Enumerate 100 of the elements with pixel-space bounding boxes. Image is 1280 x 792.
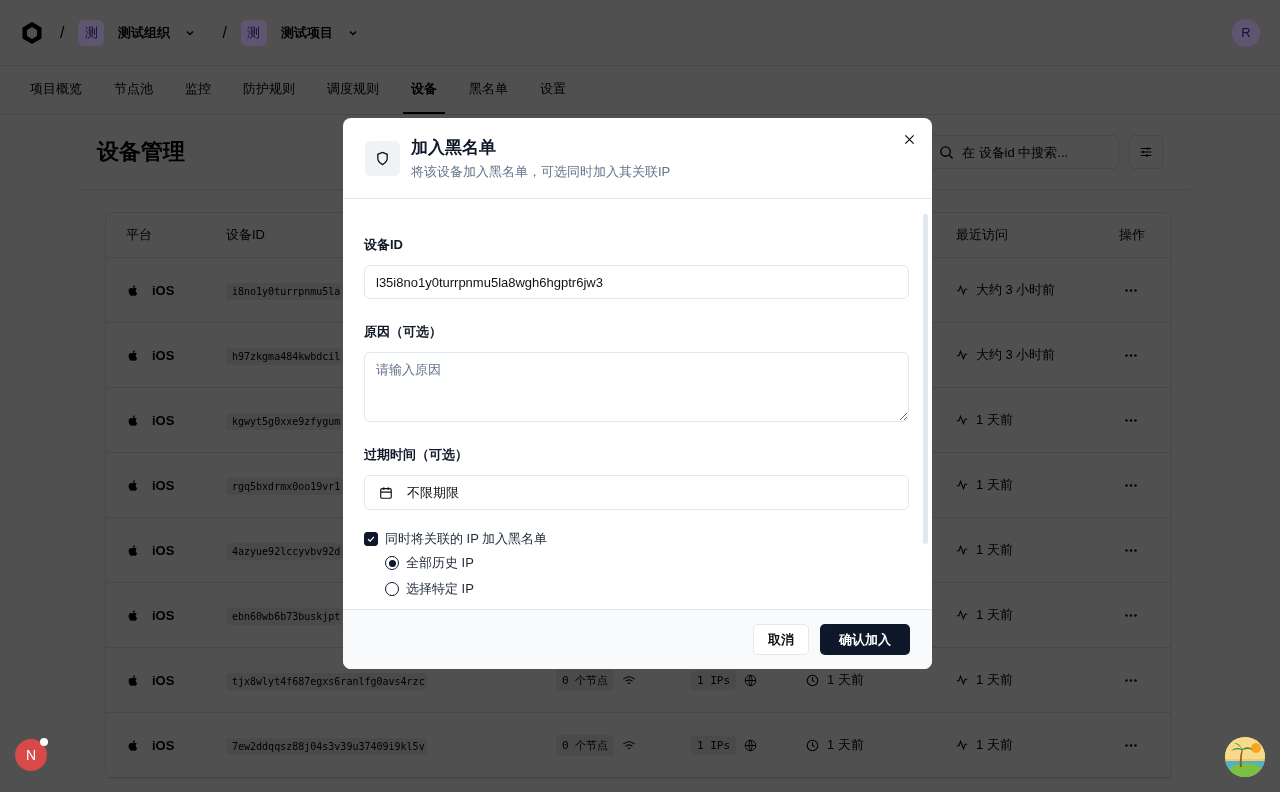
ip-count: 1 IPs bbox=[691, 735, 737, 755]
org-badge: 测 bbox=[78, 19, 105, 46]
apple-icon bbox=[126, 542, 140, 558]
nav-tab[interactable]: 防护规则 bbox=[235, 66, 303, 114]
platform-label: iOS bbox=[152, 347, 175, 363]
apple-icon bbox=[126, 282, 140, 298]
last-visit-time: 1 天前 bbox=[976, 411, 1013, 429]
ellipsis-icon bbox=[1125, 418, 1137, 422]
cancel-button[interactable]: 取消 bbox=[753, 624, 809, 655]
column-header: 操作 bbox=[1119, 226, 1146, 244]
column-header: 平台 bbox=[126, 226, 153, 244]
activity-icon bbox=[956, 609, 968, 621]
nav-tab[interactable]: 节点池 bbox=[106, 66, 161, 114]
expiry-picker[interactable]: 不限期限 bbox=[364, 475, 909, 510]
column-header: 最近访问 bbox=[956, 226, 1009, 244]
check-icon bbox=[366, 534, 376, 544]
search-icon bbox=[939, 145, 954, 160]
radio-label: 选择特定 IP bbox=[406, 580, 474, 598]
activity-icon bbox=[956, 349, 968, 361]
logo-icon[interactable] bbox=[20, 20, 44, 45]
breadcrumb-separator: / bbox=[60, 23, 65, 42]
nav-tab[interactable]: 黑名单 bbox=[461, 66, 516, 114]
last-visit-time: 大约 3 小时前 bbox=[976, 346, 1056, 364]
device-id: 4azyue92lccyvbv92d bbox=[226, 543, 343, 560]
node-count: 0 个节点 bbox=[556, 734, 615, 756]
nav-tab[interactable]: 项目概览 bbox=[22, 66, 90, 114]
device-id: kgwyt5g0xxe9zfygum bbox=[226, 413, 343, 430]
platform-label: iOS bbox=[152, 672, 175, 688]
activity-icon bbox=[956, 414, 968, 426]
shield-icon bbox=[365, 140, 400, 176]
apple-icon bbox=[126, 412, 140, 428]
project-switcher[interactable]: 测 测试项目 bbox=[240, 19, 359, 46]
apple-icon bbox=[126, 737, 140, 753]
apple-icon bbox=[126, 672, 140, 688]
device-id: i8no1y0turrpnmu5la bbox=[226, 283, 343, 300]
user-avatar[interactable]: R bbox=[1232, 18, 1260, 47]
last-visit-time: 1 天前 bbox=[976, 541, 1013, 559]
sliders-icon bbox=[1139, 145, 1153, 159]
clock-icon bbox=[806, 673, 819, 687]
org-switcher[interactable]: 测 测试组织 bbox=[78, 19, 197, 46]
calendar-icon bbox=[379, 485, 393, 500]
field-label: 设备ID bbox=[364, 236, 404, 254]
nav-tab[interactable]: 设置 bbox=[532, 66, 574, 114]
field-label: 原因（可选） bbox=[364, 323, 443, 341]
nav-tab[interactable]: 设备 bbox=[403, 66, 445, 114]
column-header: 设备ID bbox=[226, 226, 266, 244]
node-count: 0 个节点 bbox=[556, 669, 615, 691]
platform-label: iOS bbox=[152, 607, 175, 623]
ellipsis-icon bbox=[1125, 288, 1137, 292]
apple-icon bbox=[126, 347, 140, 363]
last-visit-time: 1 天前 bbox=[976, 476, 1013, 494]
nav-tab[interactable]: 调度规则 bbox=[319, 66, 387, 114]
checkbox-label: 同时将关联的 IP 加入黑名单 bbox=[385, 530, 548, 548]
device-id-field[interactable]: l35i8no1y0turrpnmu5la8wgh6hgptr6jw3 bbox=[364, 265, 909, 299]
wifi-icon bbox=[622, 674, 637, 686]
platform-label: iOS bbox=[152, 737, 175, 753]
nav-tab[interactable]: 监控 bbox=[177, 66, 219, 114]
scrollbar[interactable] bbox=[923, 214, 928, 544]
search-field[interactable]: 在 设备id 中搜索... bbox=[929, 135, 1119, 169]
close-button[interactable] bbox=[903, 133, 916, 146]
filter-button[interactable] bbox=[1129, 135, 1163, 169]
breadcrumb-separator: / bbox=[222, 23, 227, 42]
globe-icon bbox=[744, 673, 758, 687]
device-id: h97zkgma484kwbdcil bbox=[226, 348, 343, 365]
first-seen-time: 1 天前 bbox=[827, 736, 864, 754]
globe-icon bbox=[744, 738, 758, 752]
last-visit-time: 1 天前 bbox=[976, 606, 1013, 624]
dialog-title: 加入黑名单 bbox=[411, 136, 497, 159]
org-name: 测试组织 bbox=[118, 23, 171, 42]
notification-badge[interactable]: N bbox=[15, 739, 47, 771]
radio-button[interactable] bbox=[385, 582, 399, 596]
clock-icon bbox=[806, 738, 819, 752]
project-badge: 测 bbox=[240, 19, 267, 46]
ellipsis-icon bbox=[1125, 483, 1137, 487]
first-seen-time: 1 天前 bbox=[827, 671, 864, 689]
platform-label: iOS bbox=[152, 542, 175, 558]
checkbox[interactable] bbox=[364, 532, 378, 546]
ellipsis-icon bbox=[1125, 613, 1137, 617]
dialog-subtitle: 将该设备加入黑名单，可选同时加入其关联IP bbox=[411, 162, 671, 181]
platform-label: iOS bbox=[152, 412, 175, 428]
device-id: 7ew2ddqqsz88j04s3v39u37409i9kl5v bbox=[226, 738, 427, 755]
activity-icon bbox=[956, 544, 968, 556]
ellipsis-icon bbox=[1125, 548, 1137, 552]
page-title: 设备管理 bbox=[97, 138, 185, 166]
platform-label: iOS bbox=[152, 477, 175, 493]
ellipsis-icon bbox=[1125, 743, 1137, 747]
radio-label: 全部历史 IP bbox=[406, 554, 474, 572]
ellipsis-icon bbox=[1125, 678, 1137, 682]
activity-icon bbox=[956, 739, 968, 751]
last-visit-time: 大约 3 小时前 bbox=[976, 281, 1056, 299]
radio-button[interactable] bbox=[385, 556, 399, 570]
activity-icon bbox=[956, 674, 968, 686]
project-name: 测试项目 bbox=[280, 23, 333, 42]
device-id: rgq5bxdrmx0oo19vr1 bbox=[226, 478, 343, 495]
apple-icon bbox=[126, 477, 140, 493]
device-id: tjx8wlyt4f687egxs6ranlfg0avs4rzc bbox=[226, 673, 427, 690]
last-visit-time: 1 天前 bbox=[976, 736, 1013, 754]
wifi-icon bbox=[622, 739, 637, 751]
reason-field[interactable]: 请输入原因 bbox=[364, 352, 909, 422]
confirm-button[interactable]: 确认加入 bbox=[820, 624, 910, 655]
